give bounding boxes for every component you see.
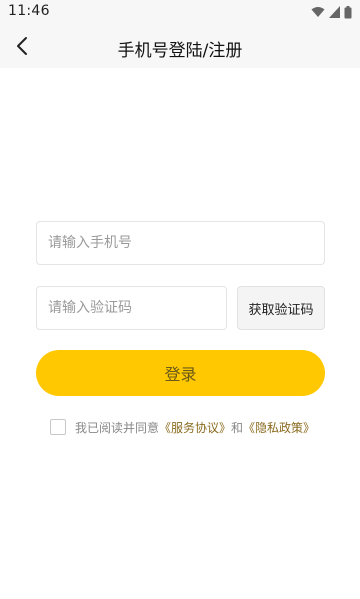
battery-icon <box>344 5 352 18</box>
agreement-row: 我已阅读并同意 《服务协议》 和 《隐私政策》 <box>50 418 315 436</box>
phone-input[interactable] <box>37 222 324 264</box>
phone-field[interactable] <box>36 221 325 265</box>
status-icons <box>311 5 352 19</box>
privacy-policy-link[interactable]: 《隐私政策》 <box>243 419 315 436</box>
code-input[interactable] <box>37 287 226 329</box>
agreement-prefix: 我已阅读并同意 <box>75 420 160 435</box>
code-field[interactable] <box>36 286 227 330</box>
wifi-icon <box>311 7 325 17</box>
status-bar: 11:46 <box>0 0 360 24</box>
login-button[interactable]: 登录 <box>36 350 325 396</box>
agreement-conjunction: 和 <box>231 420 244 435</box>
agreement-checkbox[interactable] <box>50 419 66 435</box>
nav-bar: 手机号登陆/注册 <box>0 24 360 68</box>
status-time: 11:46 <box>8 3 50 19</box>
service-agreement-link[interactable]: 《服务协议》 <box>159 419 231 436</box>
signal-icon <box>329 6 340 18</box>
get-code-button[interactable]: 获取验证码 <box>237 286 325 330</box>
page-title: 手机号登陆/注册 <box>117 41 243 61</box>
